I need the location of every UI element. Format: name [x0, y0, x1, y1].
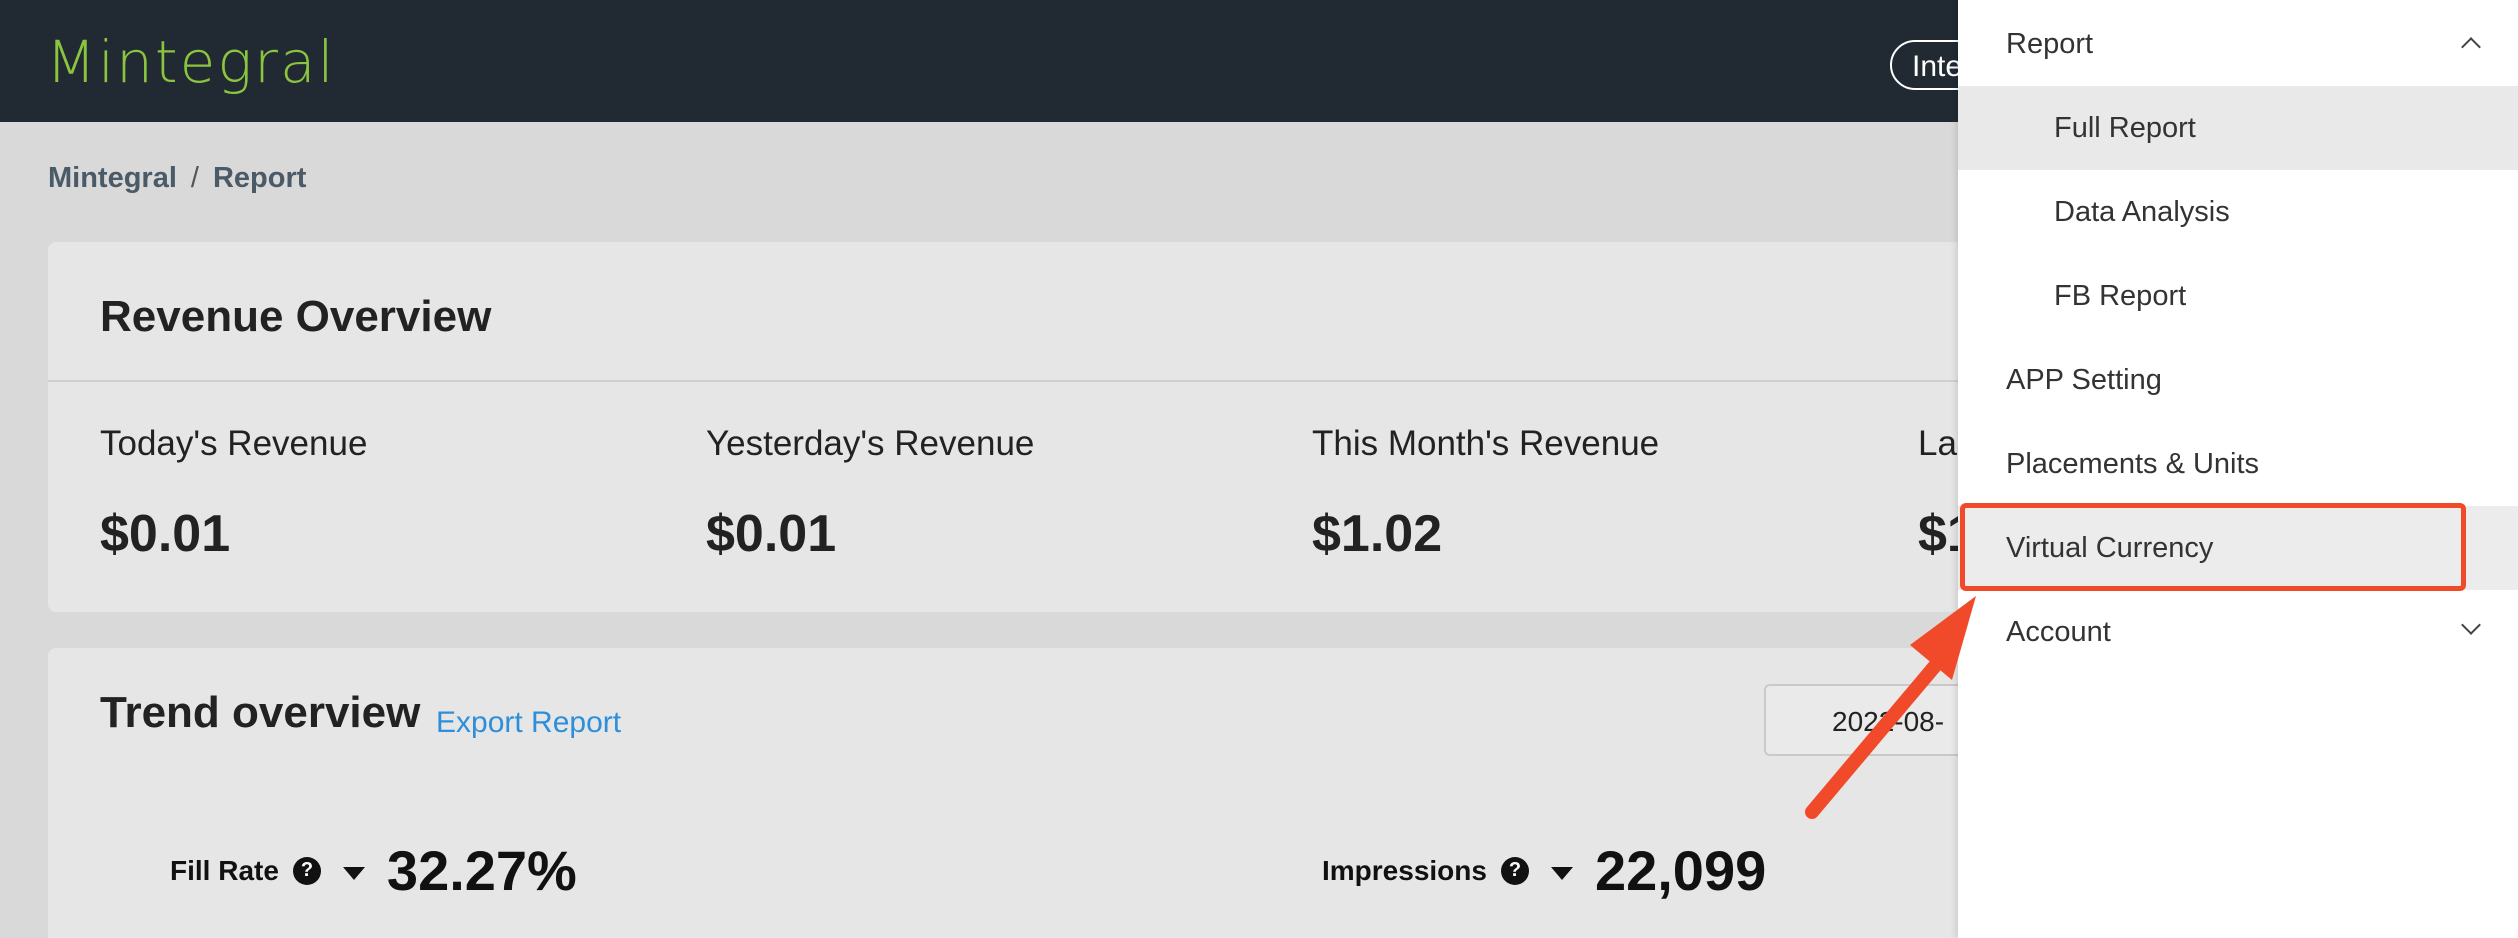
revenue-value: $0.01	[100, 505, 231, 563]
help-icon[interactable]: ?	[1500, 856, 1529, 885]
menu-item-label: Placements & Units	[2006, 447, 2260, 480]
menu-item-account[interactable]: Account	[1958, 590, 2518, 674]
revenue-label: Yesterday's Revenue	[706, 424, 1035, 463]
breadcrumb-current: Report	[212, 162, 307, 194]
todays-revenue: Today's Revenue $0.01	[100, 424, 367, 564]
revenue-overview-title: Revenue Overview	[100, 292, 492, 341]
divider	[48, 380, 2008, 382]
help-icon[interactable]: ?	[292, 856, 321, 885]
caret-down-icon[interactable]	[1550, 867, 1573, 880]
breadcrumb-separator: /	[190, 162, 199, 194]
navigation-dropdown-menu: Report Full Report Data Analysis FB Repo…	[1958, 0, 2518, 938]
menu-item-label: Account	[2006, 615, 2111, 648]
mintegral-logo[interactable]: Mintegral	[46, 28, 336, 96]
chevron-up-icon	[2461, 37, 2481, 57]
revenue-overview-card: Revenue Overview Today's Revenue $0.01 Y…	[48, 242, 2008, 612]
impressions-metric: Impressions ? 22,099	[1322, 838, 1766, 903]
caret-down-icon[interactable]	[342, 867, 365, 880]
breadcrumb: Mintegral / Report	[48, 162, 306, 195]
metric-label: Fill Rate	[170, 854, 279, 886]
menu-item-label: Report	[2006, 27, 2094, 60]
highlight-box	[1960, 503, 2466, 591]
revenue-label: Today's Revenue	[100, 424, 368, 463]
revenue-value: $1.02	[1312, 505, 1443, 563]
menu-item-label: Full Report	[2054, 111, 2196, 144]
this-month-revenue: This Month's Revenue $1.02	[1312, 424, 1659, 564]
yesterdays-revenue: Yesterday's Revenue $0.01	[706, 424, 1034, 564]
menu-item-placements-units[interactable]: Placements & Units	[1958, 422, 2518, 506]
revenue-label: This Month's Revenue	[1312, 424, 1660, 463]
breadcrumb-home[interactable]: Mintegral	[48, 162, 177, 194]
fill-rate-metric: Fill Rate ? 32.27%	[170, 838, 577, 903]
menu-item-app-setting[interactable]: APP Setting	[1958, 338, 2518, 422]
export-report-link[interactable]: Export Report	[436, 706, 621, 740]
metric-value: 22,099	[1594, 839, 1767, 902]
revenue-value: $0.01	[706, 505, 837, 563]
menu-item-full-report[interactable]: Full Report	[1958, 86, 2518, 170]
metric-value: 32.27%	[386, 839, 577, 902]
menu-item-label: FB Report	[2054, 279, 2187, 312]
menu-item-fb-report[interactable]: FB Report	[1958, 254, 2518, 338]
menu-item-data-analysis[interactable]: Data Analysis	[1958, 170, 2518, 254]
menu-item-label: Data Analysis	[2054, 195, 2230, 228]
metric-label: Impressions	[1322, 854, 1487, 886]
menu-item-label: APP Setting	[2006, 363, 2162, 396]
menu-item-report[interactable]: Report	[1958, 2, 2518, 86]
trend-overview-title: Trend overview	[100, 688, 421, 737]
trend-overview-card: Trend overview Export Report 2022-08- Fi…	[48, 648, 2024, 938]
chevron-down-icon	[2461, 615, 2481, 635]
